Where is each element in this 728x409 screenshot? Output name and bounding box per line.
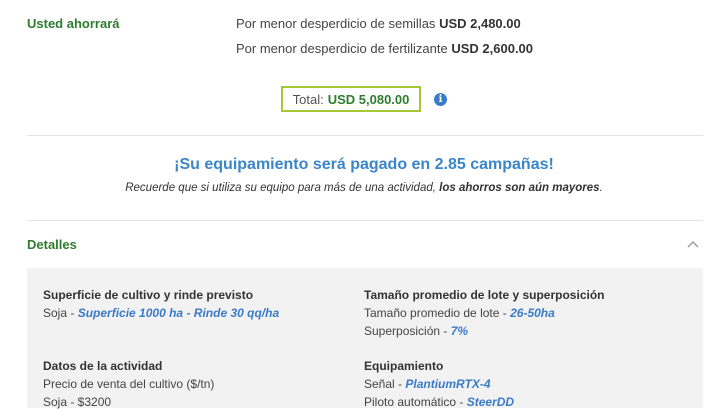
total-savings-box: Total: USD 5,080.00 (281, 86, 421, 112)
payback-note: Recuerde que si utiliza su equipo para m… (0, 182, 728, 194)
lote-size-label: Tamaño promedio de lote - (364, 306, 507, 320)
details-panel: Superficie de cultivo y rinde previsto S… (27, 268, 703, 409)
overlap-label: Superposición - (364, 324, 448, 338)
seed-saving-line: Por menor desperdicio de semillas USD 2,… (236, 16, 521, 31)
pilot-label: Piloto automático - (364, 395, 464, 409)
pilot-row: Piloto automático - SteerDD (364, 395, 514, 409)
divider (27, 135, 703, 136)
surface-value: Superficie 1000 ha (77, 306, 184, 320)
price-value: Soja - $3200 (43, 395, 112, 409)
overlap-row: Superposición - 7% (364, 324, 468, 338)
pilot-value: SteerDD (466, 395, 515, 409)
overlap-value: 7% (450, 324, 469, 338)
divider (27, 220, 703, 221)
info-icon[interactable]: i (434, 93, 447, 106)
signal-row: Señal - PlantiumRTX-4 (364, 377, 491, 391)
fertilizer-saving-line: Por menor desperdicio de fertilizante US… (236, 41, 533, 56)
section-title-cultivo: Superficie de cultivo y rinde previsto (43, 288, 254, 302)
payback-note-suffix: . (599, 182, 603, 194)
payback-title: ¡Su equipamiento será pagado en 2.85 cam… (174, 156, 554, 173)
seed-saving-text: Por menor desperdicio de semillas (236, 16, 436, 31)
section-title-lote: Tamaño promedio de lote y superposición (364, 288, 605, 302)
savings-label: Usted ahorrará (27, 16, 120, 31)
price-label: Precio de venta del cultivo ($/tn) (43, 377, 215, 391)
crop-label: Soja - (43, 306, 75, 320)
section-title-actividad: Datos de la actividad (43, 359, 163, 373)
chevron-up-icon[interactable] (686, 238, 700, 252)
details-accordion-header[interactable]: Detalles (27, 237, 77, 252)
cultivo-separator: - (186, 306, 191, 320)
payback-note-bold: los ahorros son aún mayores (439, 182, 600, 194)
yield-value: Rinde 30 qq/ha (193, 306, 280, 320)
signal-value: PlantiumRTX-4 (405, 377, 491, 391)
lote-size-value: 26-50ha (510, 306, 555, 320)
payback-note-prefix: Recuerde que si utiliza su equipo para m… (125, 182, 436, 194)
fertilizer-saving-amount: USD 2,600.00 (451, 41, 534, 56)
lote-size-row: Tamaño promedio de lote - 26-50ha (364, 306, 555, 320)
cultivo-row: Soja - Superficie 1000 ha - Rinde 30 qq/… (43, 306, 279, 320)
total-value: USD 5,080.00 (327, 91, 410, 107)
total-label: Total: (292, 91, 324, 107)
fertilizer-saving-text: Por menor desperdicio de fertilizante (236, 41, 448, 56)
signal-label: Señal - (364, 377, 403, 391)
seed-saving-amount: USD 2,480.00 (439, 16, 521, 31)
section-title-equipo: Equipamiento (364, 359, 444, 373)
